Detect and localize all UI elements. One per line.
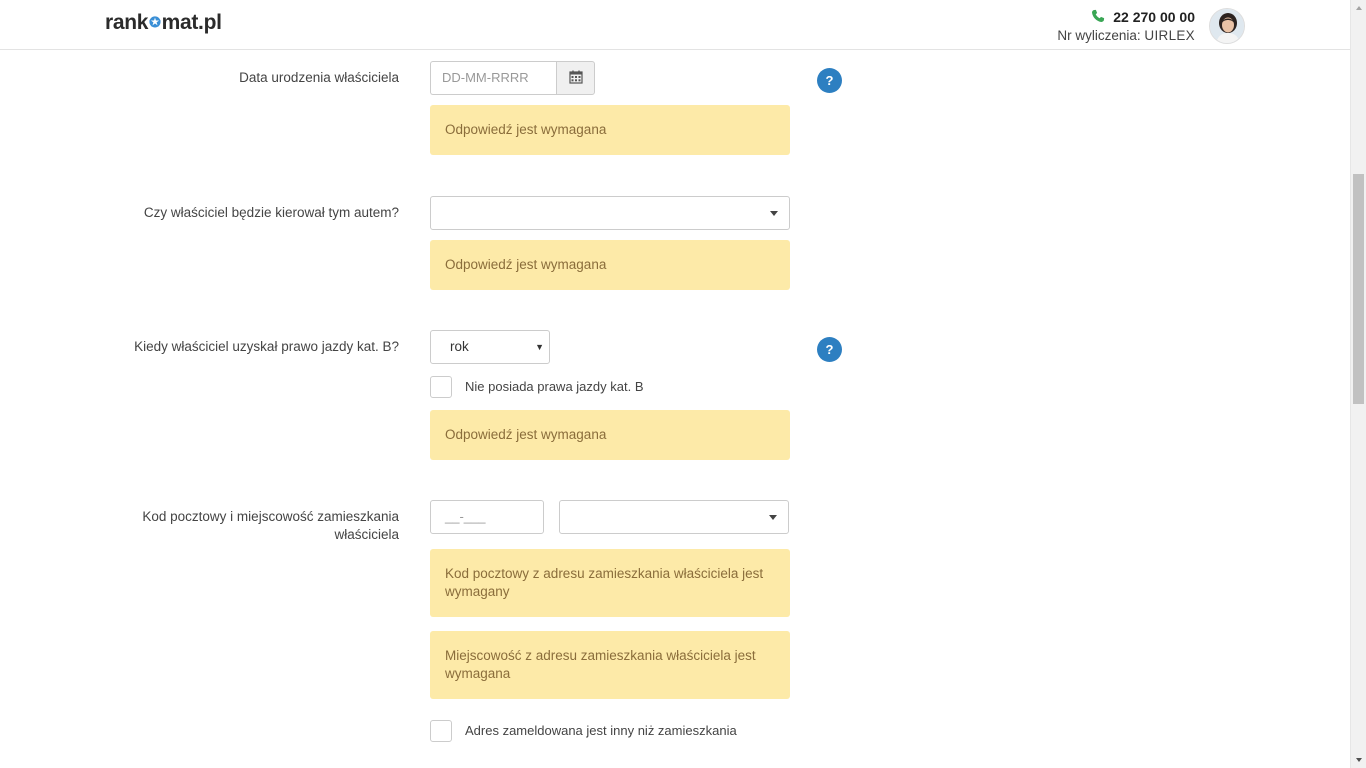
license-help-icon[interactable]: ? [817, 337, 842, 362]
license-required-alert: Odpowiedź jest wymagana [430, 410, 790, 460]
calc-label: Nr wyliczenia: [1057, 28, 1141, 43]
dropdown-arrow-icon: ▼ [535, 342, 544, 352]
top-header: rank✪mat.pl 22 270 00 00 Nr wyliczenia: … [0, 0, 1350, 50]
birth-date-required-alert: Odpowiedź jest wymagana [430, 105, 790, 155]
no-license-label[interactable]: Nie posiada prawa jazdy kat. B [465, 378, 643, 396]
address-label: Kod pocztowy i miejscowość zamieszkania … [142, 509, 399, 542]
logo-text-part-1: rank [105, 11, 149, 34]
postal-code-required-alert: Kod pocztowy z adresu zamieszkania właśc… [430, 549, 790, 617]
calendar-icon [569, 70, 583, 84]
scroll-down-arrow-icon[interactable] [1351, 752, 1366, 768]
owner-driver-select[interactable] [430, 196, 790, 230]
page-scrollbar[interactable] [1350, 0, 1366, 768]
phone-number: 22 270 00 00 [1113, 9, 1195, 25]
license-year-label: Kiedy właściciel uzyskał prawo jazdy kat… [134, 339, 399, 354]
different-address-label[interactable]: Adres zameldowana jest inny niż zamieszk… [465, 722, 737, 740]
license-year-value: rok [450, 339, 469, 354]
birth-date-label: Data urodzenia właściciela [239, 70, 399, 85]
phone-line[interactable]: 22 270 00 00 [1057, 7, 1195, 27]
chevron-down-icon [769, 515, 777, 520]
license-year-select[interactable]: rok ▼ [430, 330, 550, 364]
city-select[interactable] [559, 500, 789, 534]
birth-date-input[interactable]: DD-MM-RRRR [430, 61, 557, 95]
chevron-down-icon [770, 211, 778, 216]
scroll-up-arrow-icon[interactable] [1351, 0, 1366, 16]
calc-code: UIRLEX [1144, 28, 1195, 43]
phone-icon [1092, 9, 1105, 22]
logo-star-icon: ✪ [149, 14, 161, 30]
owner-driver-required-alert: Odpowiedź jest wymagana [430, 240, 790, 290]
city-required-alert: Miejscowość z adresu zamieszkania właści… [430, 631, 790, 699]
birth-date-help-icon[interactable]: ? [817, 68, 842, 93]
logo-text-part-2: mat.pl [161, 11, 222, 34]
different-address-checkbox[interactable] [430, 720, 452, 742]
consultant-avatar [1209, 8, 1245, 44]
no-license-checkbox[interactable] [430, 376, 452, 398]
calculation-number: Nr wyliczenia: UIRLEX [1057, 27, 1195, 45]
postal-code-input[interactable]: __-___ [430, 500, 544, 534]
calendar-button[interactable] [556, 61, 595, 95]
owner-driver-label: Czy właściciel będzie kierował tym autem… [143, 205, 399, 220]
contact-info: 22 270 00 00 Nr wyliczenia: UIRLEX [1057, 7, 1195, 45]
scrollbar-thumb[interactable] [1353, 174, 1364, 404]
rankomat-logo[interactable]: rank✪mat.pl [105, 11, 222, 35]
